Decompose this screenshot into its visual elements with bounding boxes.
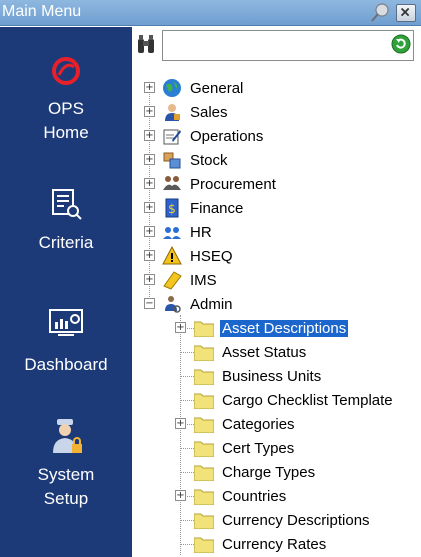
folder-icon [194,393,214,409]
folder-icon [194,513,214,529]
folder-icon [194,441,214,457]
folder-icon [194,321,214,337]
binoculars-icon [138,35,154,53]
tree-node-admin[interactable]: − Admin [132,292,235,316]
expand-toggle[interactable]: + [144,154,155,165]
ims-icon [163,271,182,290]
folder-icon [194,345,214,361]
tree-node-categories[interactable]: + Categories [132,412,297,436]
folder-icon [194,417,214,433]
tree-node-business-units[interactable]: Business Units [132,364,323,388]
expand-toggle[interactable]: + [144,106,155,117]
window-title: Main Menu [2,3,82,20]
expand-toggle[interactable]: + [144,250,155,261]
expand-toggle[interactable]: + [144,130,155,141]
tree-node-asset-descriptions[interactable]: + Asset Descriptions [132,316,349,340]
expand-toggle[interactable]: + [175,490,186,501]
sales-person-icon [165,104,180,121]
warning-icon [162,246,182,265]
title-bar: Main Menu [0,0,421,26]
folder-icon [194,465,214,481]
system-setup-icon [53,419,82,453]
tree-node-finance[interactable]: + $ Finance [132,196,245,220]
tree-node-operations[interactable]: + Operations [132,124,265,148]
sidebar-item-system-setup[interactable]: System Setup [0,417,132,511]
pin-icon[interactable] [368,2,390,24]
close-button[interactable] [396,4,416,22]
tree-node-cert-types[interactable]: Cert Types [132,436,296,460]
tree-node-currency-descriptions[interactable]: Currency Descriptions [132,508,372,532]
tree-node-ims[interactable]: + IMS [132,268,219,292]
dashboard-icon [49,309,83,336]
menu-tree-panel: + General + Sales + Operations + Stock +… [132,27,421,557]
folder-icon [194,537,214,553]
expand-toggle[interactable]: + [144,274,155,285]
tree-node-sales[interactable]: + Sales [132,100,230,124]
operations-icon [163,129,181,145]
collapse-toggle[interactable]: − [144,298,155,309]
sidebar-item-criteria[interactable]: Criteria [0,187,132,255]
tree-node-procurement[interactable]: + Procurement [132,172,278,196]
criteria-icon [52,189,82,220]
expand-toggle[interactable]: + [175,322,186,333]
expand-toggle[interactable]: + [144,202,155,213]
sidebar-item-ops-home[interactable]: OPS Home [0,55,132,145]
sidebar-item-label: System Setup [37,465,95,508]
procurement-icon [163,176,181,190]
hr-people-icon [163,227,181,239]
svg-text:$: $ [168,202,176,216]
tree-node-currency-rates[interactable]: Currency Rates [132,532,328,556]
expand-toggle[interactable]: + [144,226,155,237]
admin-icon [165,296,181,313]
close-icon [400,7,410,17]
expand-toggle[interactable]: + [144,82,155,93]
tree-node-asset-status[interactable]: Asset Status [132,340,308,364]
sidebar-item-label: Dashboard [24,355,108,374]
folder-icon [194,369,214,385]
search-box[interactable] [162,30,414,61]
stock-icon [163,152,181,169]
go-refresh-icon[interactable] [391,34,411,54]
tree-node-hr[interactable]: + HR [132,220,214,244]
sidebar-item-label: OPS Home [43,99,89,142]
sidebar: OPS Home Criteria Dashboard System Setup [0,27,132,557]
tree-node-hseq[interactable]: + HSEQ [132,244,235,268]
tree-node-countries[interactable]: + Countries [132,484,288,508]
ops-logo-icon [52,57,80,85]
expand-toggle[interactable]: + [144,178,155,189]
globe-icon [163,79,181,97]
expand-toggle[interactable]: + [175,418,186,429]
tree-node-charge-types[interactable]: Charge Types [132,460,317,484]
tree-node-cargo-checklist-template[interactable]: Cargo Checklist Template [132,388,395,412]
finance-icon: $ [165,198,179,218]
folder-icon [194,489,214,505]
sidebar-item-dashboard[interactable]: Dashboard [0,307,132,377]
tree-node-general[interactable]: + General [132,76,245,100]
search-input[interactable] [163,31,383,59]
tree-node-stock[interactable]: + Stock [132,148,230,172]
sidebar-item-label: Criteria [38,233,94,252]
